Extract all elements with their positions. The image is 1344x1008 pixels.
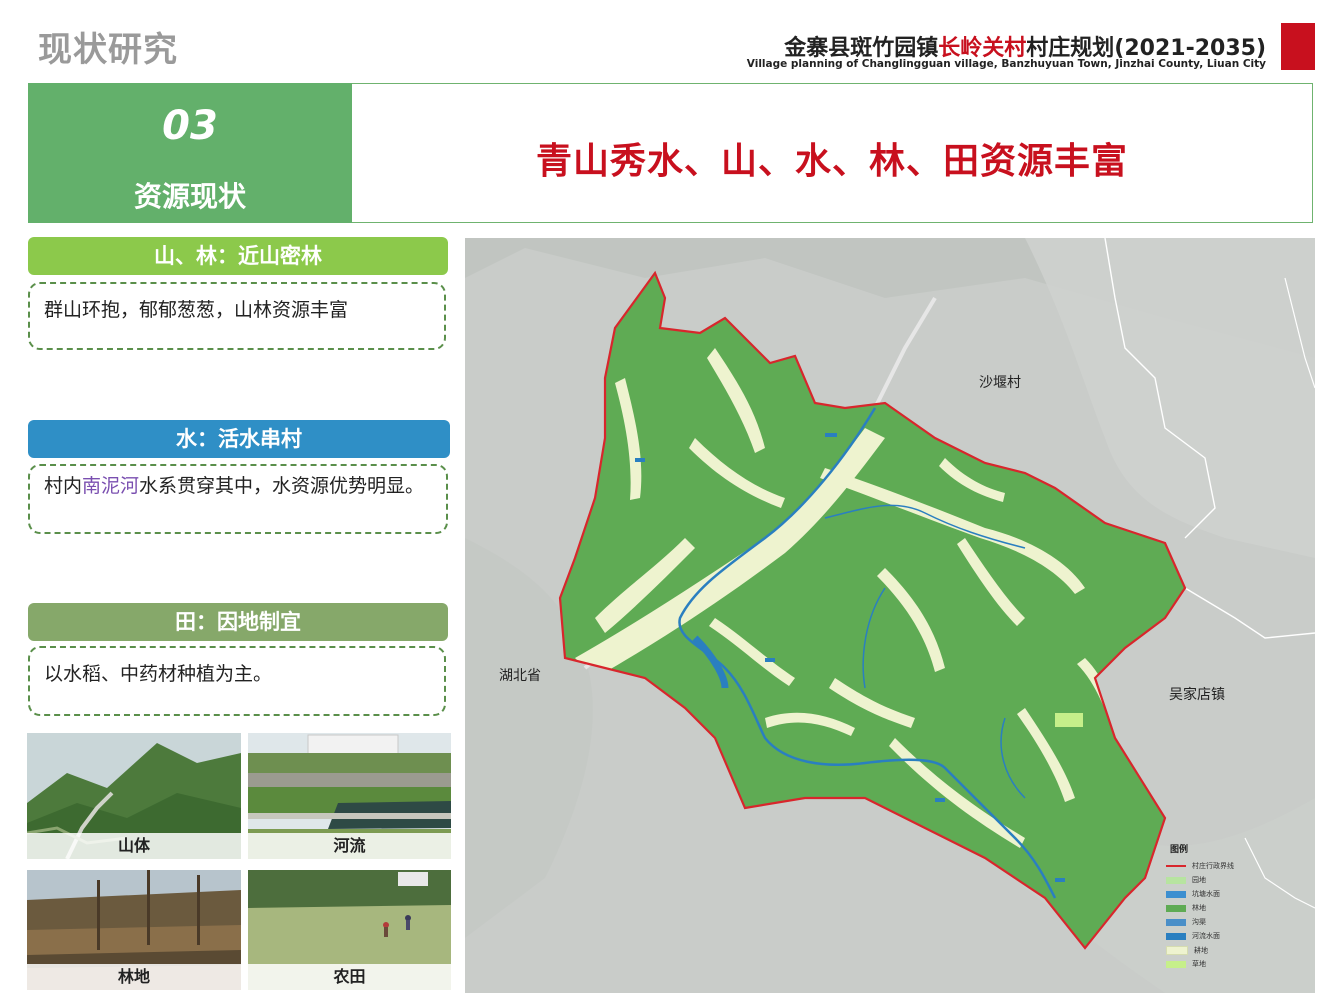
- photo-label-mountain: 山体: [27, 833, 241, 859]
- legend-label-boundary: 村庄行政界线: [1192, 862, 1234, 870]
- legend-label-river: 河流水面: [1192, 932, 1220, 940]
- legend-label-garden: 园地: [1192, 876, 1206, 884]
- farmland-photo: 农田: [248, 870, 451, 990]
- section-label: 资源现状: [133, 180, 246, 213]
- category-header-mountain-forest: 山、林：近山密林: [28, 237, 448, 275]
- river-photo: 河流: [248, 733, 451, 859]
- category-header-water: 水：活水串村: [28, 420, 450, 458]
- header-subtitle: Village planning of Changlingguan villag…: [746, 58, 1266, 70]
- river-name-highlight: 南泥河: [82, 475, 140, 497]
- legend-swatch-pond: [1166, 890, 1186, 898]
- legend-title: 图例: [1170, 845, 1189, 855]
- header-accent-box: [1281, 23, 1315, 70]
- section-title: 现状研究: [38, 30, 178, 70]
- legend-swatch-garden: [1166, 876, 1186, 884]
- category-text-water: 村内南泥河水系贯穿其中，水资源优势明显。: [28, 464, 448, 534]
- photo-label-farmland: 农田: [248, 964, 451, 990]
- legend-swatch-forest: [1166, 904, 1186, 912]
- legend-item-pond: 坑塘水面: [1166, 890, 1220, 898]
- legend-swatch-river: [1166, 932, 1186, 940]
- legend-label-forest: 林地: [1192, 904, 1206, 912]
- legend-label-farmland: 耕地: [1194, 946, 1208, 955]
- photo-label-forest: 林地: [27, 964, 241, 990]
- legend-item-grassland: 草地: [1166, 960, 1206, 968]
- section-number: 03: [162, 103, 218, 149]
- category-text-farmland: 以水稻、中药材种植为主。: [28, 646, 446, 716]
- water-text-after: 水系贯穿其中，水资源优势明显。: [139, 475, 425, 497]
- legend-item-forest: 林地: [1166, 904, 1206, 912]
- legend-item-river: 河流水面: [1166, 932, 1220, 940]
- legend-label-ditch: 沟渠: [1192, 918, 1206, 926]
- headline-panel: 青山秀水、山、水、林、田资源丰富: [352, 83, 1313, 223]
- legend-item-farmland: 耕地: [1166, 946, 1208, 955]
- category-header-farmland: 田：因地制宜: [28, 603, 448, 641]
- legend-item-garden: 园地: [1166, 876, 1206, 884]
- legend-item-boundary: 村庄行政界线: [1166, 862, 1234, 870]
- section-number-panel: 03 资源现状: [28, 83, 352, 223]
- map-label-east-town: 吴家店镇: [1169, 687, 1225, 703]
- headline: 青山秀水、山、水、林、田资源丰富: [535, 141, 1128, 182]
- map-label-hubei: 湖北省: [499, 668, 541, 684]
- legend-swatch-ditch: [1166, 918, 1186, 926]
- legend-swatch-farmland: [1166, 946, 1188, 955]
- legend-label-pond: 坑塘水面: [1192, 890, 1220, 898]
- map-legend: 图例 村庄行政界线 园地 坑塘水面 林地 沟渠 河流水面 耕地 草地: [1162, 838, 1312, 983]
- legend-label-grassland: 草地: [1192, 960, 1206, 968]
- map-label-north-village: 沙堰村: [979, 375, 1021, 391]
- category-text-mountain-forest: 群山环抱，郁郁葱葱，山林资源丰富: [28, 282, 446, 350]
- legend-swatch-grassland: [1166, 960, 1186, 968]
- legend-item-ditch: 沟渠: [1166, 918, 1206, 926]
- mountain-photo: 山体: [27, 733, 241, 859]
- photo-label-river: 河流: [248, 833, 451, 859]
- forest-photo: 林地: [27, 870, 241, 990]
- legend-swatch-boundary: [1166, 865, 1186, 867]
- water-text-before: 村内: [44, 475, 83, 497]
